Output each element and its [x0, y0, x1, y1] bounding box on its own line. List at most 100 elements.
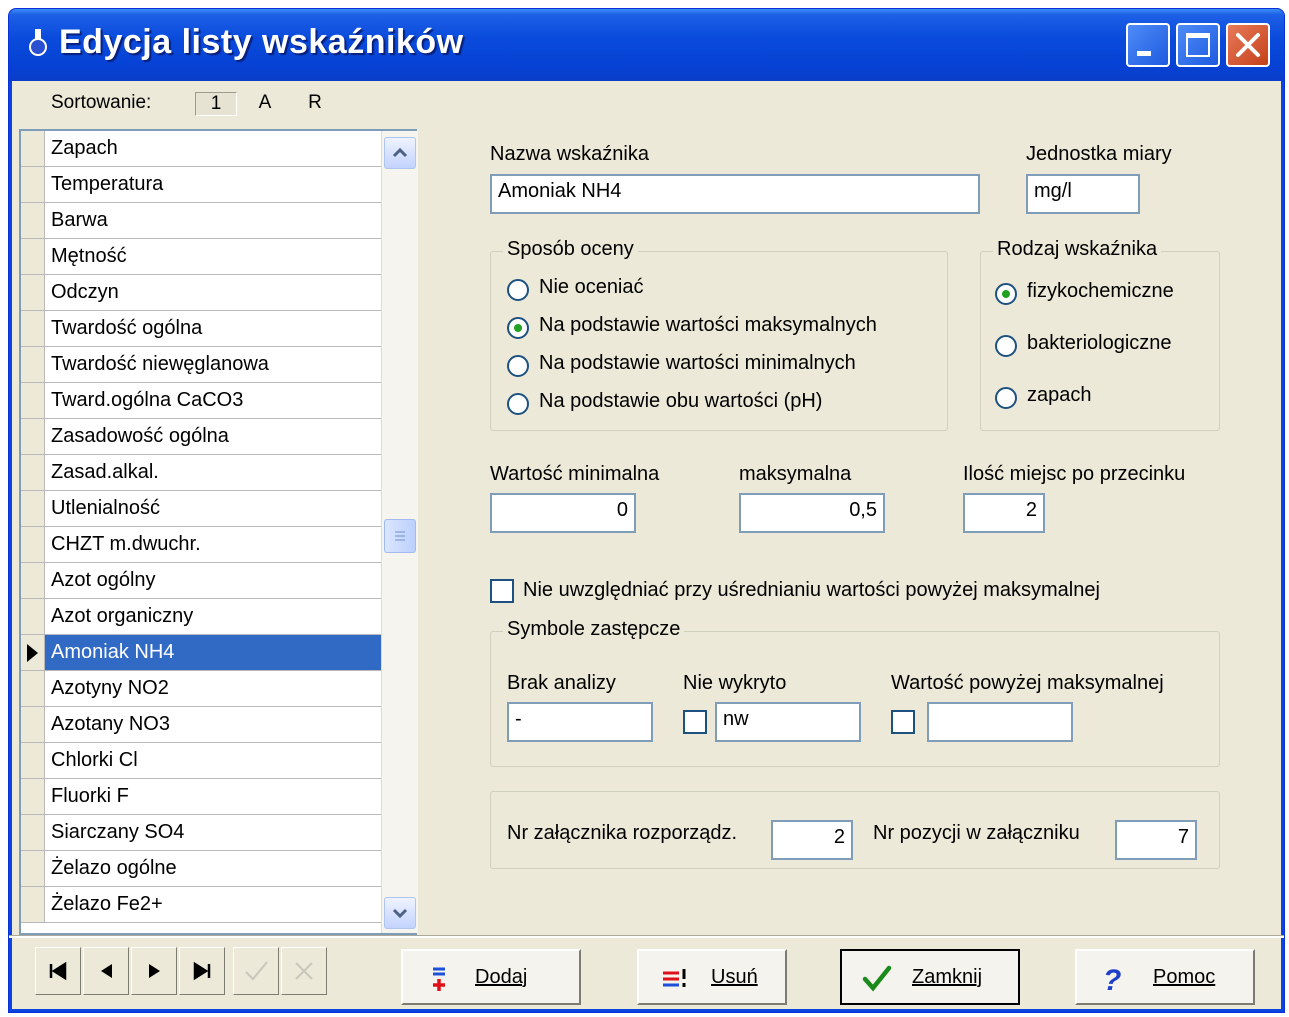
- chevron-up-icon: [392, 147, 408, 158]
- list-item-label: Azot ogólny: [51, 569, 156, 591]
- delete-icon: [663, 969, 686, 987]
- help-button[interactable]: ? Pomoc: [1075, 949, 1255, 1005]
- row-indicator[interactable]: [21, 671, 45, 706]
- attachment-label: Nr załącznika rozporządz.: [507, 822, 738, 844]
- row-indicator[interactable]: [21, 491, 45, 526]
- row-indicator[interactable]: [21, 635, 45, 670]
- row-indicator[interactable]: [21, 779, 45, 814]
- add-button[interactable]: Dodaj: [401, 949, 581, 1005]
- list-item[interactable]: Utlenialność: [21, 491, 381, 527]
- delete-button[interactable]: Usuń: [637, 949, 787, 1005]
- list-item-label: Żelazo Fe2+: [51, 893, 163, 915]
- row-indicator[interactable]: [21, 347, 45, 382]
- minimize-button[interactable]: [1126, 23, 1170, 67]
- close-window-button[interactable]: [1226, 23, 1270, 67]
- scroll-up-button[interactable]: [384, 137, 416, 169]
- position-input[interactable]: 7: [1115, 820, 1197, 860]
- list-item[interactable]: Tward.ogólna CaCO3: [21, 383, 381, 419]
- substitute-symbols-group: Symbole zastępcze Brak analizy - Nie wyk…: [490, 618, 1220, 767]
- close-button[interactable]: Zamknij: [840, 949, 1020, 1005]
- not-detected-input[interactable]: nw: [715, 702, 861, 742]
- max-value-input[interactable]: 0,5: [739, 493, 885, 533]
- indicator-type-group: Rodzaj wskaźnika fizykochemiczne bakteri…: [980, 238, 1220, 431]
- prev-record-button[interactable]: [83, 947, 129, 995]
- list-item[interactable]: Azotany NO3: [21, 707, 381, 743]
- minimize-icon: [1137, 51, 1151, 56]
- last-record-button[interactable]: [179, 947, 225, 995]
- sort-key-r[interactable]: R: [301, 92, 329, 114]
- scroll-down-button[interactable]: [384, 897, 416, 929]
- row-indicator[interactable]: [21, 743, 45, 778]
- sort-key-number[interactable]: 1: [195, 92, 237, 116]
- list-item[interactable]: Żelazo Fe2+: [21, 887, 381, 923]
- no-analysis-input[interactable]: -: [507, 702, 653, 742]
- row-indicator[interactable]: [21, 815, 45, 850]
- unit-label: Jednostka miary: [1026, 143, 1172, 165]
- row-indicator[interactable]: [21, 167, 45, 202]
- grip-icon: [395, 531, 405, 541]
- add-icon: [433, 967, 445, 991]
- list-item-label: Temperatura: [51, 173, 164, 195]
- list-item-label: Żelazo ogólne: [51, 857, 177, 879]
- sort-key-alpha[interactable]: A: [251, 92, 279, 114]
- list-item[interactable]: CHZT m.dwuchr.: [21, 527, 381, 563]
- maximize-button[interactable]: [1176, 23, 1220, 67]
- list-item[interactable]: Temperatura: [21, 167, 381, 203]
- list-item[interactable]: Azot ogólny: [21, 563, 381, 599]
- close-icon: [1236, 33, 1260, 57]
- row-indicator[interactable]: [21, 239, 45, 274]
- above-max-input[interactable]: [927, 702, 1073, 742]
- list-item[interactable]: Barwa: [21, 203, 381, 239]
- row-indicator[interactable]: [21, 419, 45, 454]
- post-button[interactable]: [233, 947, 279, 995]
- list-item[interactable]: Zasadowość ogólna: [21, 419, 381, 455]
- list-item[interactable]: Amoniak NH4: [21, 635, 381, 671]
- list-item-label: Azotany NO3: [51, 713, 170, 735]
- row-indicator[interactable]: [21, 455, 45, 490]
- name-input[interactable]: Amoniak NH4: [490, 174, 980, 214]
- list-item-label: Fluorki F: [51, 785, 129, 807]
- row-indicator[interactable]: [21, 203, 45, 238]
- exclude-above-max-checkbox[interactable]: [490, 579, 514, 603]
- title-bar[interactable]: Edycja listy wskaźników: [9, 9, 1284, 81]
- decimals-input[interactable]: 2: [963, 493, 1045, 533]
- row-indicator[interactable]: [21, 275, 45, 310]
- row-indicator[interactable]: [21, 131, 45, 166]
- row-indicator[interactable]: [21, 887, 45, 922]
- list-item-label: Mętność: [51, 245, 127, 267]
- list-item[interactable]: Azotyny NO2: [21, 671, 381, 707]
- scroll-thumb[interactable]: [384, 519, 416, 553]
- next-record-button[interactable]: [131, 947, 177, 995]
- list-item[interactable]: Azot organiczny: [21, 599, 381, 635]
- first-record-button[interactable]: [35, 947, 81, 995]
- list-item[interactable]: Fluorki F: [21, 779, 381, 815]
- min-value-input[interactable]: 0: [490, 493, 636, 533]
- svg-text:?: ?: [1103, 964, 1121, 993]
- list-item[interactable]: Twardość niewęglanowa: [21, 347, 381, 383]
- above-max-checkbox[interactable]: [891, 710, 915, 734]
- radio-label: bakteriologiczne: [1027, 332, 1172, 354]
- row-indicator[interactable]: [21, 563, 45, 598]
- list-scrollbar[interactable]: [381, 131, 418, 933]
- list-item[interactable]: Siarczany SO4: [21, 815, 381, 851]
- cancel-edit-button[interactable]: [281, 947, 327, 995]
- list-item[interactable]: Żelazo ogólne: [21, 851, 381, 887]
- unit-input[interactable]: mg/l: [1026, 174, 1140, 214]
- list-item[interactable]: Zapach: [21, 131, 381, 167]
- decimals-label: Ilość miejsc po przecinku: [963, 463, 1186, 485]
- row-indicator[interactable]: [21, 383, 45, 418]
- not-detected-checkbox[interactable]: [683, 710, 707, 734]
- row-indicator[interactable]: [21, 707, 45, 742]
- list-item[interactable]: Zasad.alkal.: [21, 455, 381, 491]
- row-indicator[interactable]: [21, 599, 45, 634]
- row-indicator[interactable]: [21, 527, 45, 562]
- list-item[interactable]: Odczyn: [21, 275, 381, 311]
- list-item[interactable]: Chlorki Cl: [21, 743, 381, 779]
- indicator-list[interactable]: Zapach Temperatura Barwa Mętność Odczyn Tward…: [19, 129, 418, 935]
- row-indicator[interactable]: [21, 311, 45, 346]
- attachment-input[interactable]: 2: [771, 820, 853, 860]
- exclude-above-max-label: Nie uwzględniać przy uśrednianiu wartośc…: [523, 579, 1100, 601]
- row-indicator[interactable]: [21, 851, 45, 886]
- list-item[interactable]: Twardość ogólna: [21, 311, 381, 347]
- list-item[interactable]: Mętność: [21, 239, 381, 275]
